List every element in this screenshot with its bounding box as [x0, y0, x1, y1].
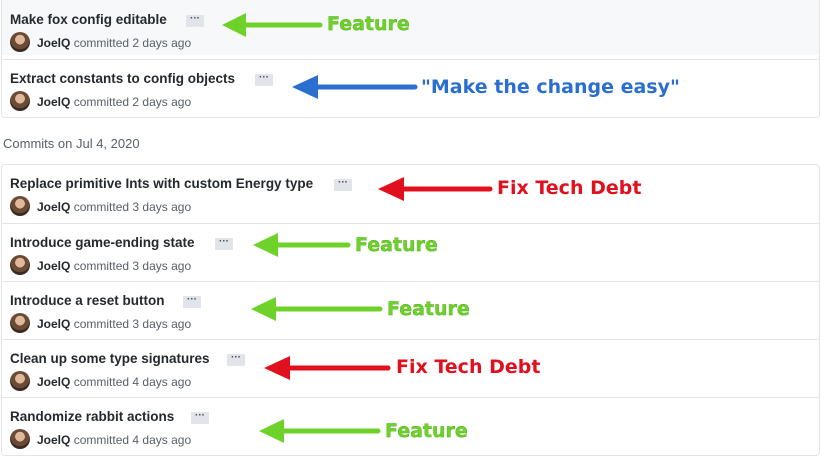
annotation-arrows — [222, 13, 493, 443]
annotation-label-tech-debt: Fix Tech Debt — [497, 177, 642, 199]
annotation-label-tech-debt: Fix Tech Debt — [396, 356, 541, 378]
arrow-feature-3 — [251, 297, 383, 321]
arrow-feature-1 — [222, 13, 323, 37]
arrow-feature-2 — [253, 233, 351, 257]
arrow-tech-debt-2 — [264, 356, 391, 380]
annotation-label-feature: Feature — [385, 420, 468, 442]
annotation-label-feature: Feature — [355, 234, 438, 256]
annotation-label-feature: Feature — [327, 13, 410, 35]
arrow-tech-debt-1 — [378, 177, 493, 201]
annotation-label-feature: Feature — [387, 298, 470, 320]
annotation-label-make-easy: "Make the change easy" — [421, 76, 680, 98]
arrow-make-easy — [292, 75, 418, 99]
arrow-feature-4 — [259, 419, 381, 443]
